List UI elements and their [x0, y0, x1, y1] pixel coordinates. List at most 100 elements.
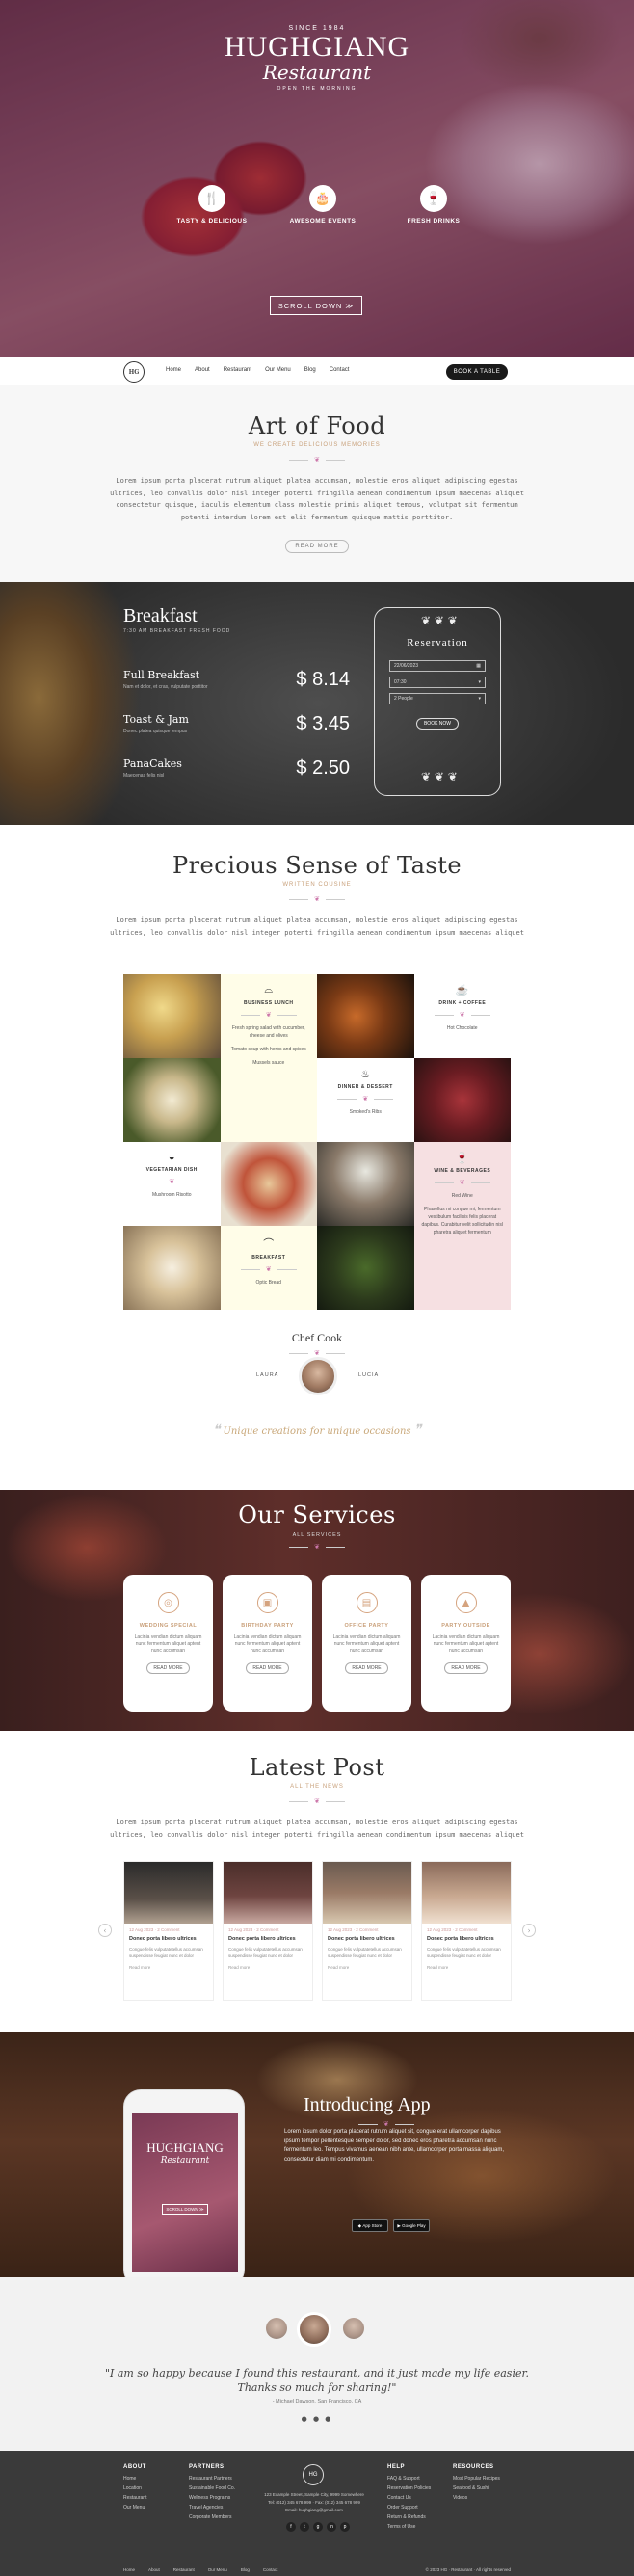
footer-link[interactable]: Home: [123, 2474, 146, 2483]
post-read-more-link[interactable]: Read more: [323, 1959, 411, 1970]
avatar[interactable]: [266, 2318, 287, 2339]
service-card-outside[interactable]: ▲ PARTY OUTSIDE Lacinia vendian dictum a…: [421, 1575, 511, 1712]
post-card[interactable]: 12 Aug 2023 · 2 Comment Donec porta libe…: [223, 1861, 313, 2001]
footer-bottom-link[interactable]: Our Menu: [208, 2567, 227, 2572]
google-plus-icon[interactable]: g: [313, 2522, 323, 2532]
footer-link[interactable]: Videos: [453, 2493, 500, 2503]
ornament-bottom-icon: ❦ ❦ ❦: [421, 770, 458, 783]
post-card[interactable]: 12 Aug 2023 · 2 Comment Donec porta libe…: [322, 1861, 412, 2001]
carousel-dots[interactable]: ● ● ●: [0, 2415, 634, 2423]
chef-name-left[interactable]: LAURA: [256, 1372, 278, 1378]
people-field[interactable]: 2 People ▾: [389, 693, 486, 704]
footer-link[interactable]: Order Support: [387, 2503, 431, 2512]
post-title[interactable]: Donec porta libero ultrices: [224, 1932, 312, 1942]
footer-link[interactable]: Return & Refunds: [387, 2512, 431, 2522]
facebook-icon[interactable]: f: [286, 2522, 296, 2532]
post-title[interactable]: Donec porta libero ultrices: [422, 1932, 511, 1942]
art-subtitle: WE CREATE DELICIOUS MEMORIES: [253, 442, 381, 448]
menu-card-drink[interactable]: ☕ DRINK + COFFEE ❦ Hot Chocolate: [413, 974, 511, 1058]
post-card[interactable]: 12 Aug 2023 · 2 Comment Donec porta libe…: [421, 1861, 512, 2001]
nav-link-menu[interactable]: Our Menu: [265, 367, 291, 373]
taste-subtitle: WRITTEN COUSINE: [282, 882, 352, 888]
carousel-prev-button[interactable]: ‹: [98, 1924, 112, 1937]
footer-link[interactable]: Sustainable Food Co.: [189, 2483, 235, 2493]
carousel-next-button[interactable]: ›: [522, 1924, 536, 1937]
footer-link[interactable]: Wellness Programs: [189, 2493, 235, 2503]
service-read-more-button[interactable]: READ MORE: [146, 1662, 190, 1674]
nav-link-restaurant[interactable]: Restaurant: [224, 367, 251, 373]
footer-link[interactable]: Our Menu: [123, 2503, 146, 2512]
chef-name-right[interactable]: LUCIA: [358, 1372, 379, 1378]
twitter-icon[interactable]: t: [300, 2522, 309, 2532]
burger-icon: ◒: [168, 1152, 175, 1163]
art-description: Lorem ipsum porta placerat rutrum alique…: [0, 475, 634, 523]
footer-link[interactable]: Corporate Members: [189, 2512, 235, 2522]
nav-link-blog[interactable]: Blog: [304, 367, 316, 373]
time-value: 07:30: [394, 679, 407, 685]
avatar-active[interactable]: [297, 2312, 331, 2347]
footer-bottom-link[interactable]: Contact: [263, 2567, 278, 2572]
menu-card-wine[interactable]: 🍷 WINE & BEVERAGES ❦ Red Wine Phasellus …: [413, 1142, 511, 1310]
nav-link-home[interactable]: Home: [166, 367, 181, 373]
footer-link[interactable]: Seafood & Sushi: [453, 2483, 500, 2493]
cake-icon: 🎂: [309, 185, 336, 212]
menu-card-breakfast[interactable]: ⌒ BREAKFAST ❦ Optic Bread: [220, 1226, 317, 1310]
footer-bottom-link[interactable]: Blog: [241, 2567, 250, 2572]
avatar[interactable]: [343, 2318, 364, 2339]
menu-card-business-lunch[interactable]: ⌓ BUSINESS LUNCH ❦ Fresh spring salad wi…: [220, 974, 318, 1142]
service-read-more-button[interactable]: READ MORE: [444, 1662, 488, 1674]
time-field[interactable]: 07:30 ▾: [389, 677, 486, 688]
food-photo-salad: [220, 1142, 317, 1226]
book-table-button[interactable]: BOOK A TABLE: [446, 364, 508, 380]
footer-link[interactable]: FAQ & Support: [387, 2474, 431, 2483]
footer-about: ABOUT Home Location Restaurant Our Menu: [123, 2462, 146, 2512]
app-store-button[interactable]: ◆ App Store: [352, 2219, 388, 2232]
post-card[interactable]: 12 Aug 2023 · 2 Comment Donec porta libe…: [123, 1861, 214, 2001]
main-nav: HG Home About Restaurant Our Menu Blog C…: [0, 357, 634, 385]
linkedin-icon[interactable]: in: [327, 2522, 336, 2532]
date-field[interactable]: 22/06/2023 ▦: [389, 660, 486, 672]
nav-link-contact[interactable]: Contact: [330, 367, 350, 373]
service-title: PARTY OUTSIDE: [441, 1623, 490, 1629]
nav-link-about[interactable]: About: [195, 367, 210, 373]
footer-bottom-link[interactable]: Home: [123, 2567, 135, 2572]
post-read-more-link[interactable]: Read more: [422, 1959, 511, 1970]
service-card-birthday[interactable]: ▣ BIRTHDAY PARTY Lacinia vendian dictum …: [223, 1575, 312, 1712]
post-image: [224, 1862, 312, 1924]
scroll-down-button[interactable]: SCROLL DOWN ≫: [270, 296, 362, 315]
nav-logo[interactable]: HG: [123, 361, 145, 383]
menu-card-dinner[interactable]: ♨ DINNER & DESSERT ❦ Smoked's Ribs: [317, 1058, 414, 1142]
post-title[interactable]: Donec porta libero ultrices: [124, 1932, 213, 1942]
footer-link[interactable]: Travel Agencies: [189, 2503, 235, 2512]
service-card-wedding[interactable]: ◎ WEDDING SPECIAL Lacinia vendian dictum…: [123, 1575, 213, 1712]
food-photo-herbs: [317, 1226, 414, 1310]
service-read-more-button[interactable]: READ MORE: [345, 1662, 388, 1674]
service-read-more-button[interactable]: READ MORE: [246, 1662, 289, 1674]
footer: ABOUT Home Location Restaurant Our Menu …: [0, 2451, 634, 2576]
post-title[interactable]: Donec porta libero ultrices: [323, 1932, 411, 1942]
footer-link[interactable]: Most Popular Recipes: [453, 2474, 500, 2483]
post-read-more-link[interactable]: Read more: [124, 1959, 213, 1970]
footer-link[interactable]: Restaurant: [123, 2493, 146, 2503]
google-play-button[interactable]: ▶ Google Play: [393, 2219, 430, 2232]
footer-bottom-link[interactable]: Restaurant: [173, 2567, 195, 2572]
service-title: WEDDING SPECIAL: [139, 1623, 198, 1629]
pinterest-icon[interactable]: p: [340, 2522, 350, 2532]
book-now-button[interactable]: BOOK NOW: [416, 718, 459, 730]
service-card-office[interactable]: ▤ OFFICE PARTY Lacinia vendian dictum al…: [322, 1575, 411, 1712]
footer-link[interactable]: Location: [123, 2483, 146, 2493]
footer-link[interactable]: Reservation Policies: [387, 2483, 431, 2493]
footer-link[interactable]: Restaurant Partners: [189, 2474, 235, 2483]
post-read-more-link[interactable]: Read more: [224, 1959, 312, 1970]
footer-link[interactable]: Contact Us: [387, 2493, 431, 2503]
footer-logo[interactable]: HG: [303, 2464, 324, 2485]
footer-link[interactable]: Terms of Use: [387, 2522, 431, 2532]
chef-avatar[interactable]: [299, 1357, 337, 1395]
menu-card-desc: Optic Bread: [255, 1280, 281, 1286]
read-more-button[interactable]: READ MORE: [285, 540, 349, 553]
footer-bottom-link[interactable]: About: [148, 2567, 160, 2572]
text-line: consectetur quisque, iaculis elementum c…: [116, 501, 518, 509]
post-desc: Congue felis vulputatetellus accumsan su…: [228, 1947, 303, 1958]
ornament-divider: ❦: [221, 1011, 318, 1019]
menu-card-vegetarian[interactable]: ◒ VEGETARIAN DISH ❦ Mushroom Risotto: [123, 1142, 221, 1226]
